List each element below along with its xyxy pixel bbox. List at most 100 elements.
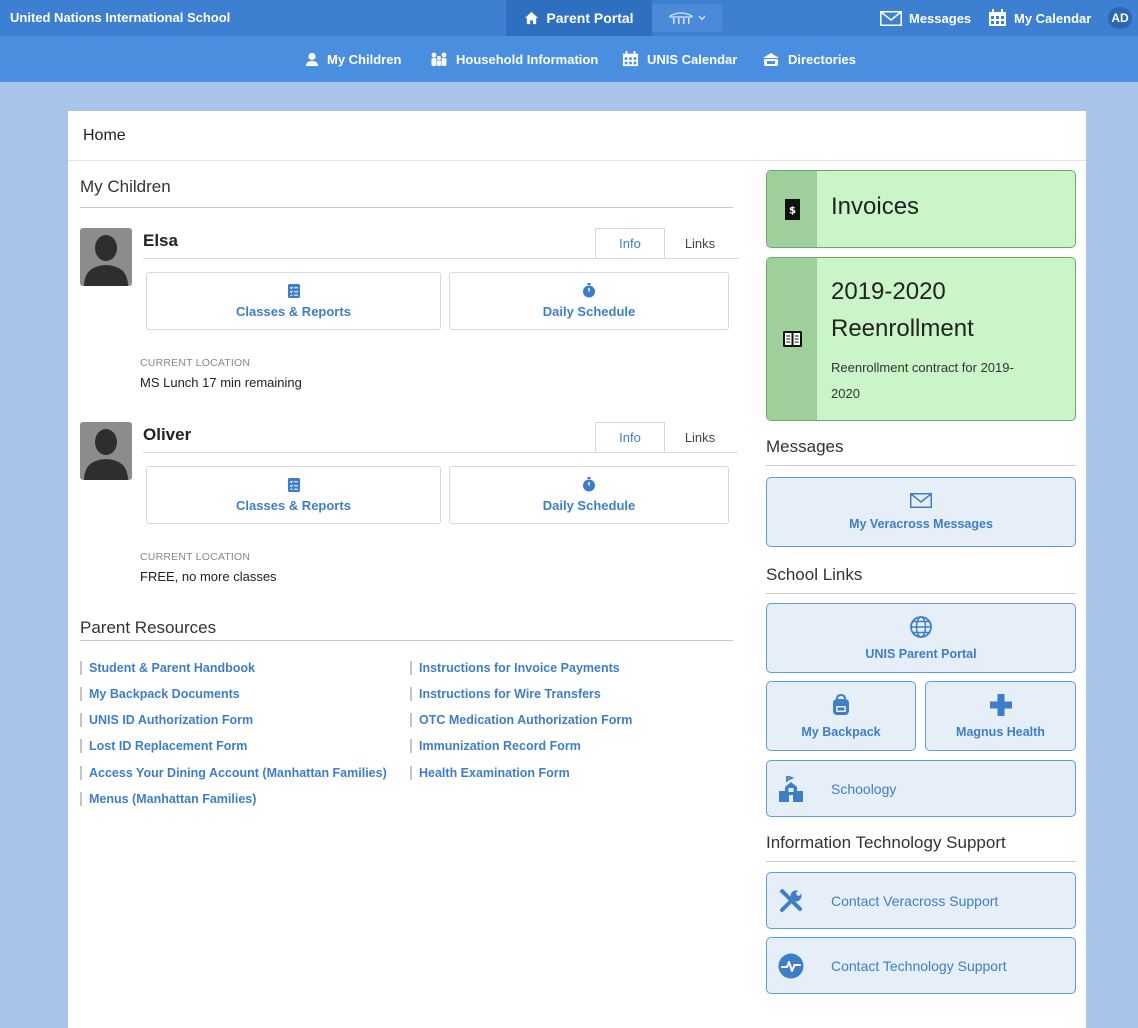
heartbeat-icon [778,953,804,978]
current-location-label: CURRENT LOCATION [140,551,251,563]
breadcrumb: Home [68,111,1086,161]
my-backpack-label: My Backpack [801,724,881,739]
person-icon [306,52,318,66]
directory-icon [763,52,779,66]
family-icon [431,52,447,66]
parent-portal-label: Parent Portal [546,10,634,26]
book-icon [782,331,802,347]
school-links-title: School Links [766,565,863,584]
current-location-label: CURRENT LOCATION [140,357,251,369]
svg-text:$: $ [789,205,796,216]
content-panel: Home My Children Elsa Info Links Classes… [68,111,1086,1028]
unis-parent-portal-label: UNIS Parent Portal [865,646,977,661]
parent-portal-button[interactable]: Parent Portal [506,0,652,36]
nav-unis-calendar-label: UNIS Calendar [647,51,738,67]
top-bar: United Nations International School Pare… [0,0,1138,36]
classes-reports-button[interactable]: Classes & Reports [146,466,441,524]
reenrollment-desc-line1: Reenrollment contract for 2019- [831,360,1014,375]
daily-schedule-button[interactable]: Daily Schedule [449,272,729,330]
classes-reports-label: Classes & Reports [236,497,351,513]
nav-household-information[interactable]: Household Information [430,36,598,82]
resource-link[interactable]: Instructions for Wire Transfers [410,687,601,701]
magnus-health-label: Magnus Health [956,724,1045,739]
messages-section-title: Messages [766,437,844,456]
divider [80,640,733,641]
resource-link[interactable]: Health Examination Form [410,766,570,780]
daily-schedule-label: Daily Schedule [542,498,636,513]
divider [766,593,1076,594]
stopwatch-icon [583,477,595,492]
child-name[interactable]: Elsa [143,231,178,251]
my-children-title: My Children [80,177,171,196]
my-calendar-label: My Calendar [1014,10,1092,26]
medical-cross-icon [989,693,1012,716]
calendar-icon [622,51,639,67]
child-name[interactable]: Oliver [143,425,191,445]
stopwatch-icon [583,283,595,298]
messages-label: Messages [909,10,972,26]
chevron-down-icon [698,15,706,21]
contact-technology-support-label: Contact Technology Support [831,957,1007,974]
avatar [80,228,132,286]
reenrollment-tile[interactable]: 2019-2020 Reenrollment Reenrollment cont… [766,257,1076,421]
home-icon [525,11,539,25]
person-silhouette-icon [84,235,128,286]
backpack-icon [833,693,849,715]
checklist-icon [287,283,300,298]
parent-resources-title: Parent Resources [80,618,217,637]
user-avatar[interactable]: AD [1108,7,1132,29]
nav-my-children[interactable]: My Children [305,36,401,82]
tab-links[interactable]: Links [665,422,735,452]
magnus-health-tile[interactable]: Magnus Health [925,681,1076,751]
contact-technology-support-tile[interactable]: Contact Technology Support [766,937,1076,994]
resource-link[interactable]: OTC Medication Authorization Form [410,713,632,727]
nav-household-label: Household Information [456,51,599,67]
invoices-tile[interactable]: $ Invoices [766,170,1076,248]
technology-support-icon-wrap [767,953,815,979]
veracross-support-icon-wrap [767,888,815,913]
person-silhouette-icon [84,429,128,480]
reenrollment-desc-line2: 2020 [831,386,860,401]
contact-veracross-support-label: Contact Veracross Support [831,892,999,909]
main-nav: My Children Household Information UNIS C… [0,36,1138,82]
divider [143,258,738,259]
divider [766,465,1076,466]
nav-directories-label: Directories [788,51,856,67]
current-location-value: FREE, no more classes [140,569,277,584]
resource-link[interactable]: Lost ID Replacement Form [80,739,247,753]
portal-switcher[interactable] [652,4,722,32]
my-calendar-link[interactable]: My Calendar [988,0,1091,36]
messages-link[interactable]: Messages [880,0,971,36]
resource-link[interactable]: Access Your Dining Account (Manhattan Fa… [80,766,387,780]
unis-parent-portal-tile[interactable]: UNIS Parent Portal [766,603,1076,673]
classes-reports-button[interactable]: Classes & Reports [146,272,441,330]
resource-link[interactable]: Student & Parent Handbook [80,661,255,675]
resource-link[interactable]: Menus (Manhattan Families) [80,792,256,806]
my-veracross-messages-tile[interactable]: My Veracross Messages [766,477,1076,547]
nav-directories[interactable]: Directories [762,36,856,82]
dollar-bill-icon: $ [784,198,800,220]
divider [80,207,733,208]
resource-link[interactable]: UNIS ID Authorization Form [80,713,253,727]
schoology-tile[interactable]: Schoology [766,760,1076,817]
calendar-icon [989,9,1006,26]
nav-my-children-label: My Children [327,51,402,67]
current-location-value: MS Lunch 17 min remaining [140,375,302,390]
school-building-icon [779,775,803,802]
resource-link[interactable]: Immunization Record Form [410,739,581,753]
contact-veracross-support-tile[interactable]: Contact Veracross Support [766,872,1076,929]
my-backpack-tile[interactable]: My Backpack [766,681,916,751]
tab-links[interactable]: Links [665,228,735,258]
nav-unis-calendar[interactable]: UNIS Calendar [622,36,737,82]
resource-link[interactable]: Instructions for Invoice Payments [410,661,620,675]
reenrollment-strip [767,258,817,420]
tab-info[interactable]: Info [595,422,665,452]
invoices-strip: $ [767,171,817,247]
school-name[interactable]: United Nations International School [10,10,230,25]
daily-schedule-button[interactable]: Daily Schedule [449,466,729,524]
tab-info[interactable]: Info [595,228,665,258]
reenrollment-title-line2: Reenrollment [831,315,974,342]
resource-link[interactable]: My Backpack Documents [80,687,240,701]
checklist-icon [287,477,300,492]
globe-icon [910,615,932,638]
